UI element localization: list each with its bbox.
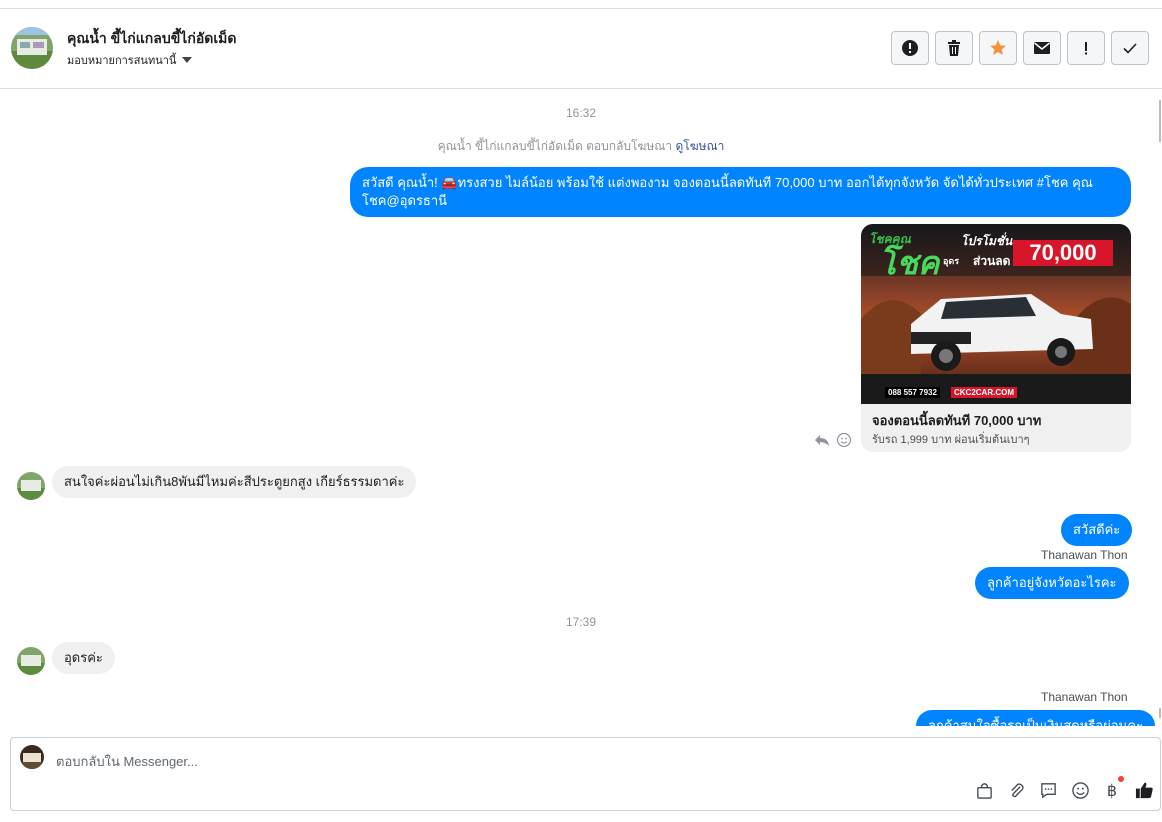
reply-input[interactable]: ตอบกลับใน Messenger... [56, 751, 198, 772]
ad-banner-promo2: ส่วนลด [973, 254, 1011, 268]
message-thread[interactable]: 16:32 คุณน้ำ ขี้ไก่แกลบขี้ไก่อัดเม็ด ตอบ… [0, 90, 1162, 726]
mark-done-button[interactable] [1111, 31, 1149, 65]
contact-avatar-small [17, 472, 45, 500]
saved-reply-icon [1040, 782, 1056, 798]
follow-up-button[interactable] [1067, 31, 1105, 65]
ad-banner-phone: 088 557 7932 [885, 387, 940, 398]
delete-button[interactable] [935, 31, 973, 65]
check-icon [1123, 43, 1137, 54]
timestamp: 16:32 [565, 106, 597, 120]
reply-icon[interactable] [814, 432, 830, 448]
ad-banner-promo: โปรโมชั่น [961, 234, 1013, 248]
outgoing-message[interactable]: ลูกค้าสนใจซื้อรถเป็นเงินสดหรือผ่อนคะ [916, 710, 1156, 726]
contact-name: คุณน้ำ ขี้ไก่แกลบขี้ไก่อัดเม็ด [67, 30, 237, 46]
contact-avatar-small [17, 647, 45, 675]
message-actions [814, 432, 852, 448]
mark-unread-button[interactable] [1023, 31, 1061, 65]
notification-dot [1118, 776, 1124, 782]
sender-name: Thanawan Thon [1041, 548, 1128, 562]
paperclip-icon [1010, 782, 1024, 797]
reply-composer[interactable]: ตอบกลับใน Messenger... ฿ [10, 737, 1161, 811]
exclamation-circle-icon [902, 40, 918, 56]
exclamation-icon [1085, 42, 1087, 55]
baht-icon: ฿ [1106, 780, 1118, 800]
emoji-button[interactable] [1070, 780, 1090, 800]
envelope-icon [1034, 42, 1050, 54]
outgoing-message[interactable]: สวัสดี คุณน้ำ! 🚘ทรงสวย ไมล์น้อย พร้อมใช้… [350, 167, 1131, 217]
composer-tools: ฿ [974, 776, 1154, 800]
report-spam-button[interactable] [891, 31, 929, 65]
ad-banner-sub: อุดร [943, 256, 960, 266]
ad-banner-amount: 70,000 [1013, 240, 1113, 266]
emoji-reaction-icon[interactable] [836, 432, 852, 448]
ad-card[interactable]: โชคคุณ โชค อุดร โปรโมชั่น ส่วนลด 70,000 … [861, 224, 1131, 452]
page-avatar [20, 745, 44, 769]
scrollbar[interactable] [1158, 100, 1162, 720]
saved-reply-button[interactable] [1038, 780, 1058, 800]
header-actions [891, 31, 1149, 65]
assign-dropdown[interactable]: มอบหมายการสนทนานี้ [67, 51, 193, 69]
attach-button[interactable] [1006, 780, 1026, 800]
shopping-bag-icon [976, 782, 992, 799]
shopping-bag-button[interactable] [974, 780, 994, 800]
ad-banner-site: CKC2CAR.COM [951, 387, 1017, 398]
ad-description: รับรถ 1,999 บาท ผ่อนเริ่มต้นเบาๆ [872, 434, 1030, 446]
payment-button[interactable]: ฿ [1102, 776, 1124, 800]
sender-name: Thanawan Thon [1041, 690, 1128, 704]
star-icon [990, 40, 1006, 55]
like-icon [1135, 782, 1153, 798]
incoming-message[interactable]: อุดรค่ะ [52, 642, 115, 674]
star-button[interactable] [979, 31, 1017, 65]
outgoing-message[interactable]: ลูกค้าอยู่จังหวัดอะไรคะ [975, 567, 1129, 599]
ad-title: จองตอนนี้ลดทันที 70,000 บาท [872, 413, 1042, 428]
view-ad-link[interactable]: ดูโฆษณา [675, 139, 724, 153]
incoming-message[interactable]: สนใจค่ะผ่อนไม่เกิน8พันมีไหมค่ะสีประตูยกส… [52, 466, 417, 498]
like-button[interactable] [1134, 780, 1154, 800]
system-note-text: คุณน้ำ ขี้ไก่แกลบขี้ไก่อัดเม็ด ตอบกลับโฆ… [437, 139, 673, 153]
contact-avatar[interactable] [11, 27, 53, 69]
ad-image[interactable]: โชคคุณ โชค อุดร โปรโมชั่น ส่วนลด 70,000 … [861, 224, 1131, 404]
timestamp: 17:39 [565, 615, 597, 629]
trash-icon [948, 40, 960, 56]
outgoing-message[interactable]: สวัสดีค่ะ [1061, 514, 1133, 546]
assign-label: มอบหมายการสนทนานี้ [67, 55, 177, 67]
emoji-icon [1071, 781, 1089, 799]
system-note: คุณน้ำ ขี้ไก่แกลบขี้ไก่อัดเม็ด ตอบกลับโฆ… [0, 137, 1162, 156]
conversation-header: คุณน้ำ ขี้ไก่แกลบขี้ไก่อัดเม็ด มอบหมายกา… [0, 9, 1162, 89]
ad-banner-brand-large: โชค [879, 245, 940, 281]
caret-down-icon [182, 57, 193, 63]
